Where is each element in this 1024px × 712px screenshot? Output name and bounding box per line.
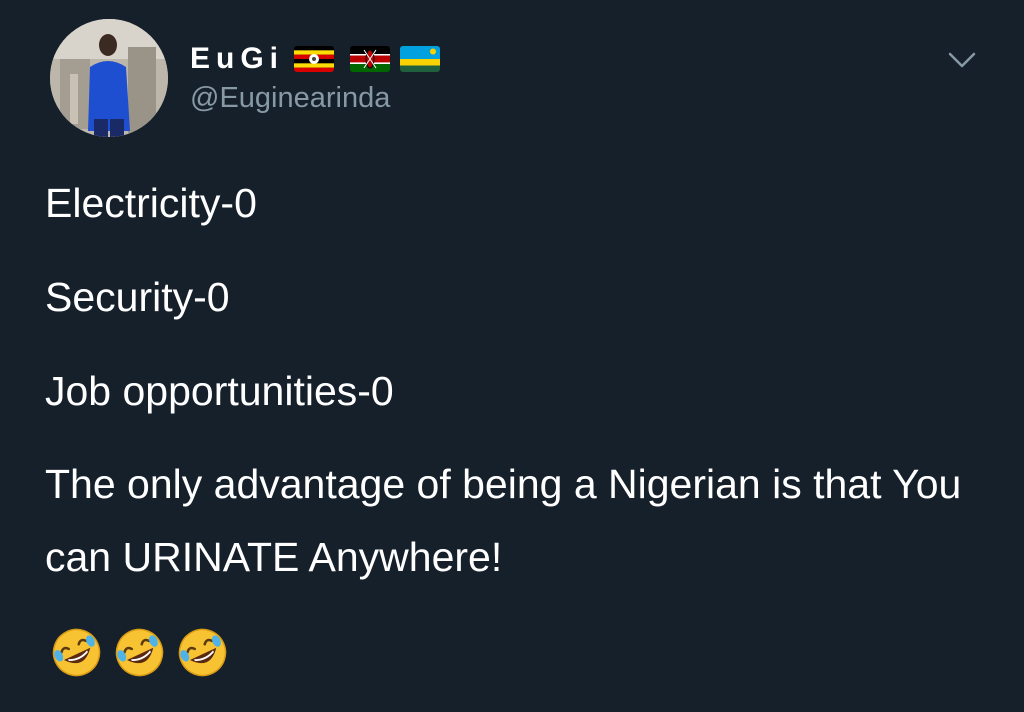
author-name-row[interactable]: EuGi [190, 40, 441, 78]
tweet-author: EuGi @Euginearinda [190, 40, 441, 115]
kenya-flag-icon [350, 46, 391, 72]
rwanda-flag-icon [400, 46, 441, 72]
avatar[interactable] [50, 19, 168, 137]
rolling-on-floor-laughing-emoji-icon [52, 628, 101, 677]
tweet-line-security: Security-0 [45, 274, 230, 320]
tweet-text: Electricity-0 Security-0 Job opportuniti… [45, 178, 985, 638]
author-handle[interactable]: @Euginearinda [190, 82, 440, 115]
emoji-row [50, 626, 239, 679]
uganda-flag-icon [294, 46, 335, 72]
tweet-line-jobs: Job opportunities-0 [45, 368, 394, 414]
chevron-down-icon[interactable] [944, 44, 980, 74]
tweet-line-conclusion: The only advantage of being a Nigerian i… [45, 461, 962, 580]
rolling-on-floor-laughing-emoji-icon [178, 628, 227, 677]
tweet-line-electricity: Electricity-0 [45, 180, 257, 226]
tweet: EuGi @Euginearinda Electricity-0 Securit… [0, 0, 1024, 712]
author-display-name[interactable]: EuGi [190, 42, 284, 76]
rolling-on-floor-laughing-emoji-icon [115, 628, 164, 677]
